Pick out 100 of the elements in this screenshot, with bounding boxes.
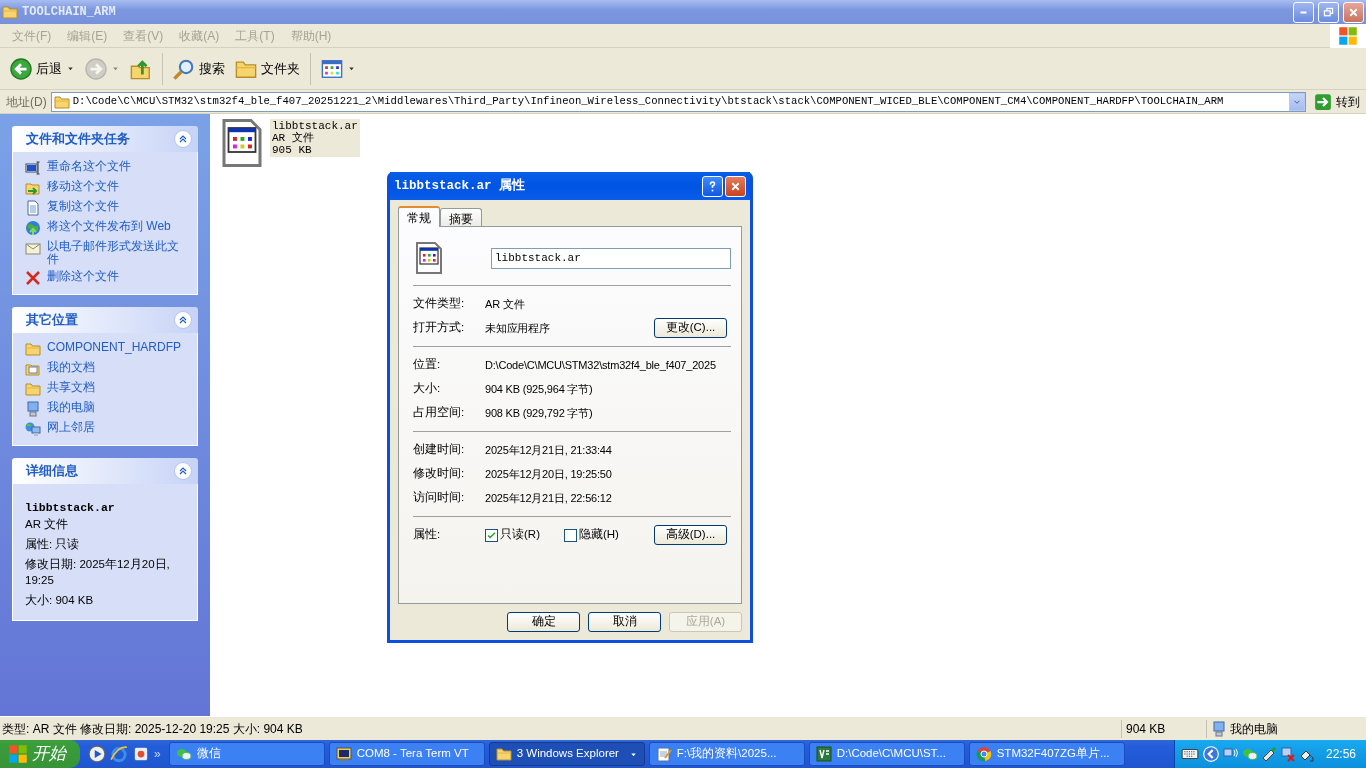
envelope-icon [25,240,41,256]
dropdown-caret-icon [347,64,356,73]
safely-remove-icon[interactable] [1260,746,1277,762]
field-label: 访问时间: [413,490,466,506]
documents-folder-icon [25,361,41,377]
computer-icon [25,401,41,417]
task-link[interactable]: 重命名这个文件 [25,160,189,176]
address-label: 地址(D) [6,93,47,111]
minimize-button[interactable] [1293,1,1314,23]
restore-icon [1322,5,1335,19]
close-button[interactable] [1343,1,1364,23]
field-label: 占用空间: [413,405,466,421]
folders-button[interactable]: 文件夹 [231,54,304,83]
task-link[interactable]: COMPONENT_HARDFP [25,341,189,357]
change-button[interactable]: 更改(C)... [654,318,727,338]
chat-icon [175,746,192,762]
folder-icon [25,341,41,357]
checkbox-label: 隐藏(H) [578,527,619,543]
checkbox-label: 只读(R) [500,527,540,543]
address-field[interactable]: D:\Code\C\MCU\STM32\stm32f4_ble_f407_20251221_2\Middlewares\Third_Party\Infineon_Wireless_Connectivity\btstack\stack\COMPONENT_WICED_BLE\COMPONENT_CM4\COMPONENT_HARDFP\TOOLCHAIN_ARM [50,91,1306,112]
chevron-up-icon [177,465,189,477]
notepad-icon [655,746,672,762]
rename-icon [25,160,41,176]
taskbar-button[interactable]: D:\Code\C\MCU\ST... [808,742,965,766]
folder-icon [495,746,512,762]
field-label: 位置: [413,357,442,373]
window-title: TOOLCHAIN_ARM [22,4,116,21]
panel-title: 其它位置 [26,311,78,330]
taskbar-button[interactable]: 3 Windows Explorer [488,742,645,766]
status-size: 904 KB [1121,719,1206,738]
network-disconnected-icon[interactable] [1279,746,1296,762]
task-link[interactable]: 共享文档 [25,381,189,397]
browser-icon[interactable] [110,745,128,763]
media-player-icon[interactable] [88,745,106,763]
field-value: 未知应用程序 [485,320,551,336]
checkmark-icon [486,529,497,541]
close-button[interactable] [725,175,746,197]
windows-logo-icon [1338,25,1358,46]
field-value: 2025年12月20日, 19:25:50 [485,466,613,482]
help-button[interactable] [702,175,723,197]
collapse-button[interactable] [174,130,192,148]
chevron-up-icon [177,314,189,326]
more-button[interactable]: » [154,745,161,763]
go-button[interactable]: 转到 [1310,92,1364,111]
taskbar-button[interactable]: STM32F407ZG单片... [968,742,1125,766]
status-text: 类型: AR 文件 修改日期: 2025-12-20 19:25 大小: 904 KB [1,720,304,738]
field-label: 属性: [413,527,442,543]
field-value: 904 KB (925,964 字节) [485,381,594,397]
panel-title: 详细信息 [26,462,78,481]
restore-button[interactable] [1318,1,1339,23]
document-icon [25,200,41,216]
status-zone: 我的电脑 [1230,720,1278,738]
back-button[interactable]: 后退 [6,54,79,83]
tray-expand-icon[interactable] [1201,745,1220,763]
detail-text: AR 文件 [25,517,70,532]
collapse-button[interactable] [174,462,192,480]
task-link[interactable]: 将这个文件发布到 Web [25,220,189,236]
field-value: 2025年12月21日, 22:56:12 [485,490,613,506]
task-link[interactable]: 网上邻居 [25,421,189,437]
detail-text: 大小: 904 KB [25,593,95,608]
computer-icon [1211,720,1227,737]
field-label: 打开方式: [413,320,466,336]
views-icon [321,57,343,80]
dropdown-caret-icon [66,64,75,73]
search-button[interactable]: 搜索 [169,54,229,83]
start-button[interactable]: 开始 [0,740,80,768]
checkbox[interactable] [563,528,577,542]
taskbar-button[interactable]: 微信 [168,742,325,766]
detail-text: 属性: 只读 [25,537,81,552]
task-link[interactable]: 移动这个文件 [25,180,189,196]
task-link[interactable]: 我的电脑 [25,401,189,417]
dialog-button[interactable]: 取消 [588,612,661,632]
chevron-up-icon [177,133,189,145]
network-icon [25,421,41,437]
dialog-button[interactable]: 确定 [507,612,580,632]
field-label: 创建时间: [413,442,466,458]
task-link[interactable]: 复制这个文件 [25,200,189,216]
search-icon [173,57,195,80]
clock: 22:56 [1325,746,1356,763]
task-link[interactable]: 以电子邮件形式发送此文件 [25,240,189,266]
dropdown-caret-icon [111,64,120,73]
terminal-icon [335,746,352,762]
advanced-button[interactable]: 高级(D)... [654,525,727,545]
checkbox[interactable] [485,528,498,542]
task-link[interactable]: 我的文档 [25,361,189,377]
folder-icon [2,4,18,20]
filename-field[interactable]: libbtstack.ar [491,247,731,269]
taskbar-button[interactable]: F:\我的资料\2025... [648,742,805,766]
tab[interactable]: 摘要 [440,208,482,226]
browser-icon [975,746,992,762]
file-label[interactable]: libbtstack.ar AR 文件 905 KB [270,119,360,157]
taskbar-button[interactable]: COM8 - Tera Term VT [328,742,485,766]
tab[interactable]: 常规 [398,206,440,227]
task-link[interactable]: 删除这个文件 [25,270,189,286]
field-value: 908 KB (929,792 字节) [485,405,594,421]
globe-icon [25,220,41,236]
collapse-button[interactable] [174,311,192,329]
panel-title: 文件和文件夹任务 [26,130,130,149]
detail-name: libbtstack.ar [25,500,116,516]
editor-icon [815,746,832,762]
